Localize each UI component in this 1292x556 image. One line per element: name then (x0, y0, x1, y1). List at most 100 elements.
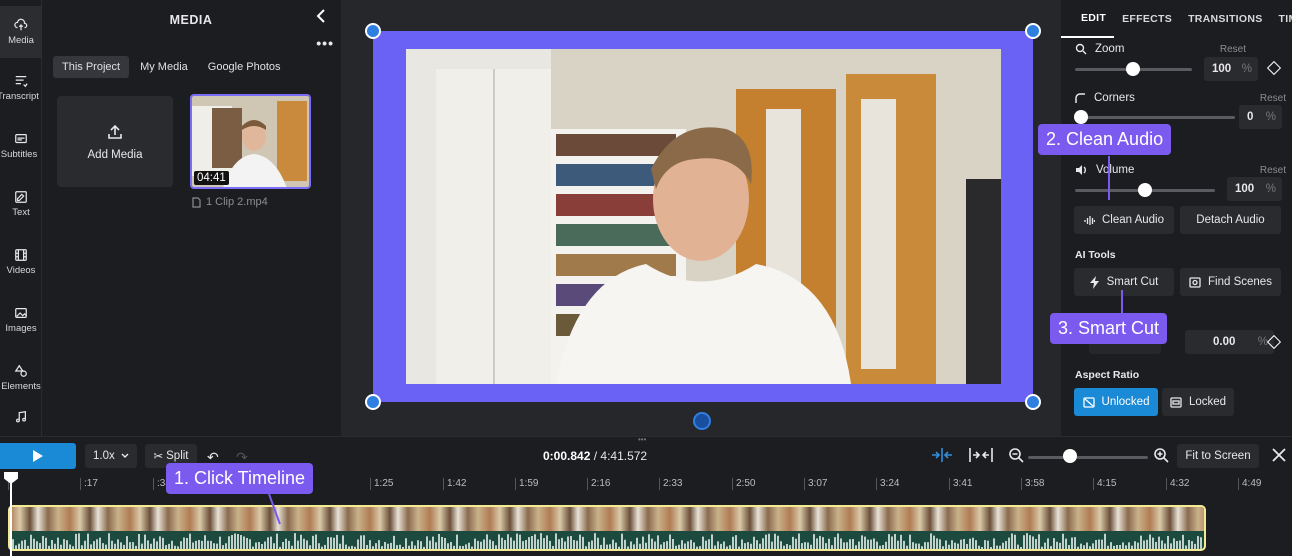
resize-handle-bottom-right[interactable] (1025, 394, 1041, 410)
rail-label-videos: Videos (6, 265, 36, 276)
resize-handle-top-right[interactable] (1025, 23, 1041, 39)
fit-gap-icon[interactable] (969, 448, 993, 462)
zoom-label: Zoom (1095, 43, 1125, 55)
tab-my-media[interactable]: My Media (131, 56, 197, 78)
add-media-button[interactable]: Add Media (57, 96, 173, 187)
zoom-slider-knob[interactable] (1126, 62, 1140, 76)
corners-unit: % (1265, 111, 1276, 123)
resize-handle-bottom-left[interactable] (365, 394, 381, 410)
ruler-tick: :17 (80, 478, 98, 490)
smart-cut-button[interactable]: Smart Cut (1074, 268, 1174, 296)
video-preview (406, 49, 1001, 384)
snap-icon[interactable] (930, 448, 954, 462)
zoom-in-icon[interactable] (1153, 447, 1169, 463)
corners-slider-knob[interactable] (1074, 110, 1088, 124)
upload-icon (108, 124, 122, 139)
find-scenes-button[interactable]: Find Scenes (1180, 268, 1281, 296)
clean-audio-button[interactable]: Clean Audio (1074, 206, 1174, 234)
current-time: 0:00.842 (543, 449, 591, 463)
rail-item-audio[interactable] (0, 410, 42, 436)
audio-waveform (10, 533, 1202, 549)
ruler-tick: 3:24 (876, 478, 899, 490)
aspect-locked-button[interactable]: Locked (1162, 388, 1234, 416)
ruler-tick: 2:33 (659, 478, 682, 490)
locked-label: Locked (1188, 396, 1227, 408)
tab-this-project[interactable]: This Project (53, 56, 130, 78)
rotate-icon[interactable] (693, 412, 711, 430)
volume-slider-knob[interactable] (1138, 183, 1152, 197)
magnifier-icon (1075, 43, 1087, 55)
left-icon-rail: Media Transcript Subtitles Text Videos I… (0, 0, 42, 436)
rail-item-transcript[interactable]: Transcript (0, 62, 42, 114)
playhead[interactable] (10, 472, 12, 556)
clip-filename-text: 1 Clip 2.mp4 (206, 196, 268, 208)
zoom-value-field[interactable]: 100 % (1204, 57, 1258, 81)
image-icon (15, 308, 27, 318)
rail-item-videos[interactable]: Videos (0, 236, 42, 288)
resize-handle-top-left[interactable] (365, 23, 381, 39)
ruler-tick: 1:25 (370, 478, 393, 490)
tab-transitions[interactable]: TRANSITIONS (1180, 0, 1270, 38)
rail-item-images[interactable]: Images (0, 294, 42, 346)
media-clip-thumbnail[interactable]: 04:41 (190, 94, 311, 189)
ruler-tick: 3:07 (804, 478, 827, 490)
ruler-tick: 4:32 (1166, 478, 1189, 490)
film-icon (15, 249, 27, 261)
rail-item-media[interactable]: Media (0, 6, 42, 58)
close-icon[interactable] (1270, 446, 1288, 464)
video-editor-app: Media Transcript Subtitles Text Videos I… (0, 0, 1292, 556)
timeline-zoom-slider[interactable] (1028, 456, 1148, 459)
callout-smart-cut-pointer (1121, 290, 1123, 314)
corners-row: Corners (1075, 92, 1135, 104)
timeline-track-area[interactable] (0, 500, 1292, 556)
video-clip-track[interactable] (8, 505, 1206, 551)
corners-slider[interactable] (1075, 116, 1235, 119)
callout-smart-cut: 3. Smart Cut (1050, 313, 1168, 344)
rail-label-text: Text (12, 207, 30, 218)
volume-reset-button[interactable]: Reset (1260, 165, 1286, 176)
volume-label: Volume (1096, 164, 1135, 176)
zoom-reset-button[interactable]: Reset (1220, 44, 1246, 55)
callout-click-timeline: 1. Click Timeline (166, 463, 314, 494)
play-button[interactable] (0, 443, 76, 469)
upload-cloud-icon (14, 18, 28, 31)
ruler-tick: 3:58 (1021, 478, 1044, 490)
zoom-unit: % (1241, 63, 1252, 75)
volume-row: Volume (1075, 164, 1134, 176)
rail-item-elements[interactable]: Elements (0, 352, 42, 404)
corners-reset-button[interactable]: Reset (1260, 93, 1286, 104)
playback-speed-select[interactable]: 1.0x (85, 444, 137, 468)
chevron-left-icon[interactable] (312, 6, 332, 26)
edit-panel: EDIT EFFECTS TRANSITIONS TIMING Zoom Res… (1061, 0, 1292, 436)
zoom-value: 100 (1212, 63, 1232, 75)
detach-audio-button[interactable]: Detach Audio (1180, 206, 1281, 234)
add-media-label: Add Media (87, 148, 143, 161)
timecode: 0:00.842 / 4:41.572 (543, 449, 647, 463)
corners-label: Corners (1094, 92, 1135, 104)
zoom-out-icon[interactable] (1008, 447, 1024, 463)
tab-edit[interactable]: EDIT (1061, 0, 1115, 38)
aspect-unlocked-button[interactable]: Unlocked (1074, 388, 1158, 416)
tab-timing[interactable]: TIMING (1271, 0, 1292, 38)
more-options-icon[interactable]: ••• (316, 36, 334, 50)
zoom-keyframe-icon[interactable] (1266, 60, 1282, 76)
ruler-tick: 1:42 (443, 478, 466, 490)
clip-thumbnails (10, 507, 1204, 531)
ruler-tick: 4:15 (1093, 478, 1116, 490)
rotation-value-field[interactable]: 0.00 % (1185, 330, 1274, 354)
tab-effects[interactable]: EFFECTS (1114, 0, 1180, 38)
tab-google-photos[interactable]: Google Photos (199, 56, 290, 78)
timeline-resize-grip[interactable]: ••• (638, 435, 646, 444)
video-frame[interactable] (373, 31, 1033, 402)
scissors-icon: ✂ (153, 451, 164, 463)
volume-value-field[interactable]: 100 % (1227, 177, 1282, 201)
clean-audio-label: Clean Audio (1101, 214, 1165, 226)
aspect-ratio-heading: Aspect Ratio (1075, 369, 1140, 381)
corners-value-field[interactable]: 0 % (1239, 105, 1282, 129)
rail-item-text[interactable]: Text (0, 178, 42, 230)
rail-item-subtitles[interactable]: Subtitles (0, 120, 42, 172)
video-preview-image (406, 49, 1001, 384)
fit-to-screen-button[interactable]: Fit to Screen (1177, 444, 1259, 468)
smart-cut-label: Smart Cut (1106, 276, 1159, 288)
timeline-zoom-knob[interactable] (1063, 449, 1077, 463)
